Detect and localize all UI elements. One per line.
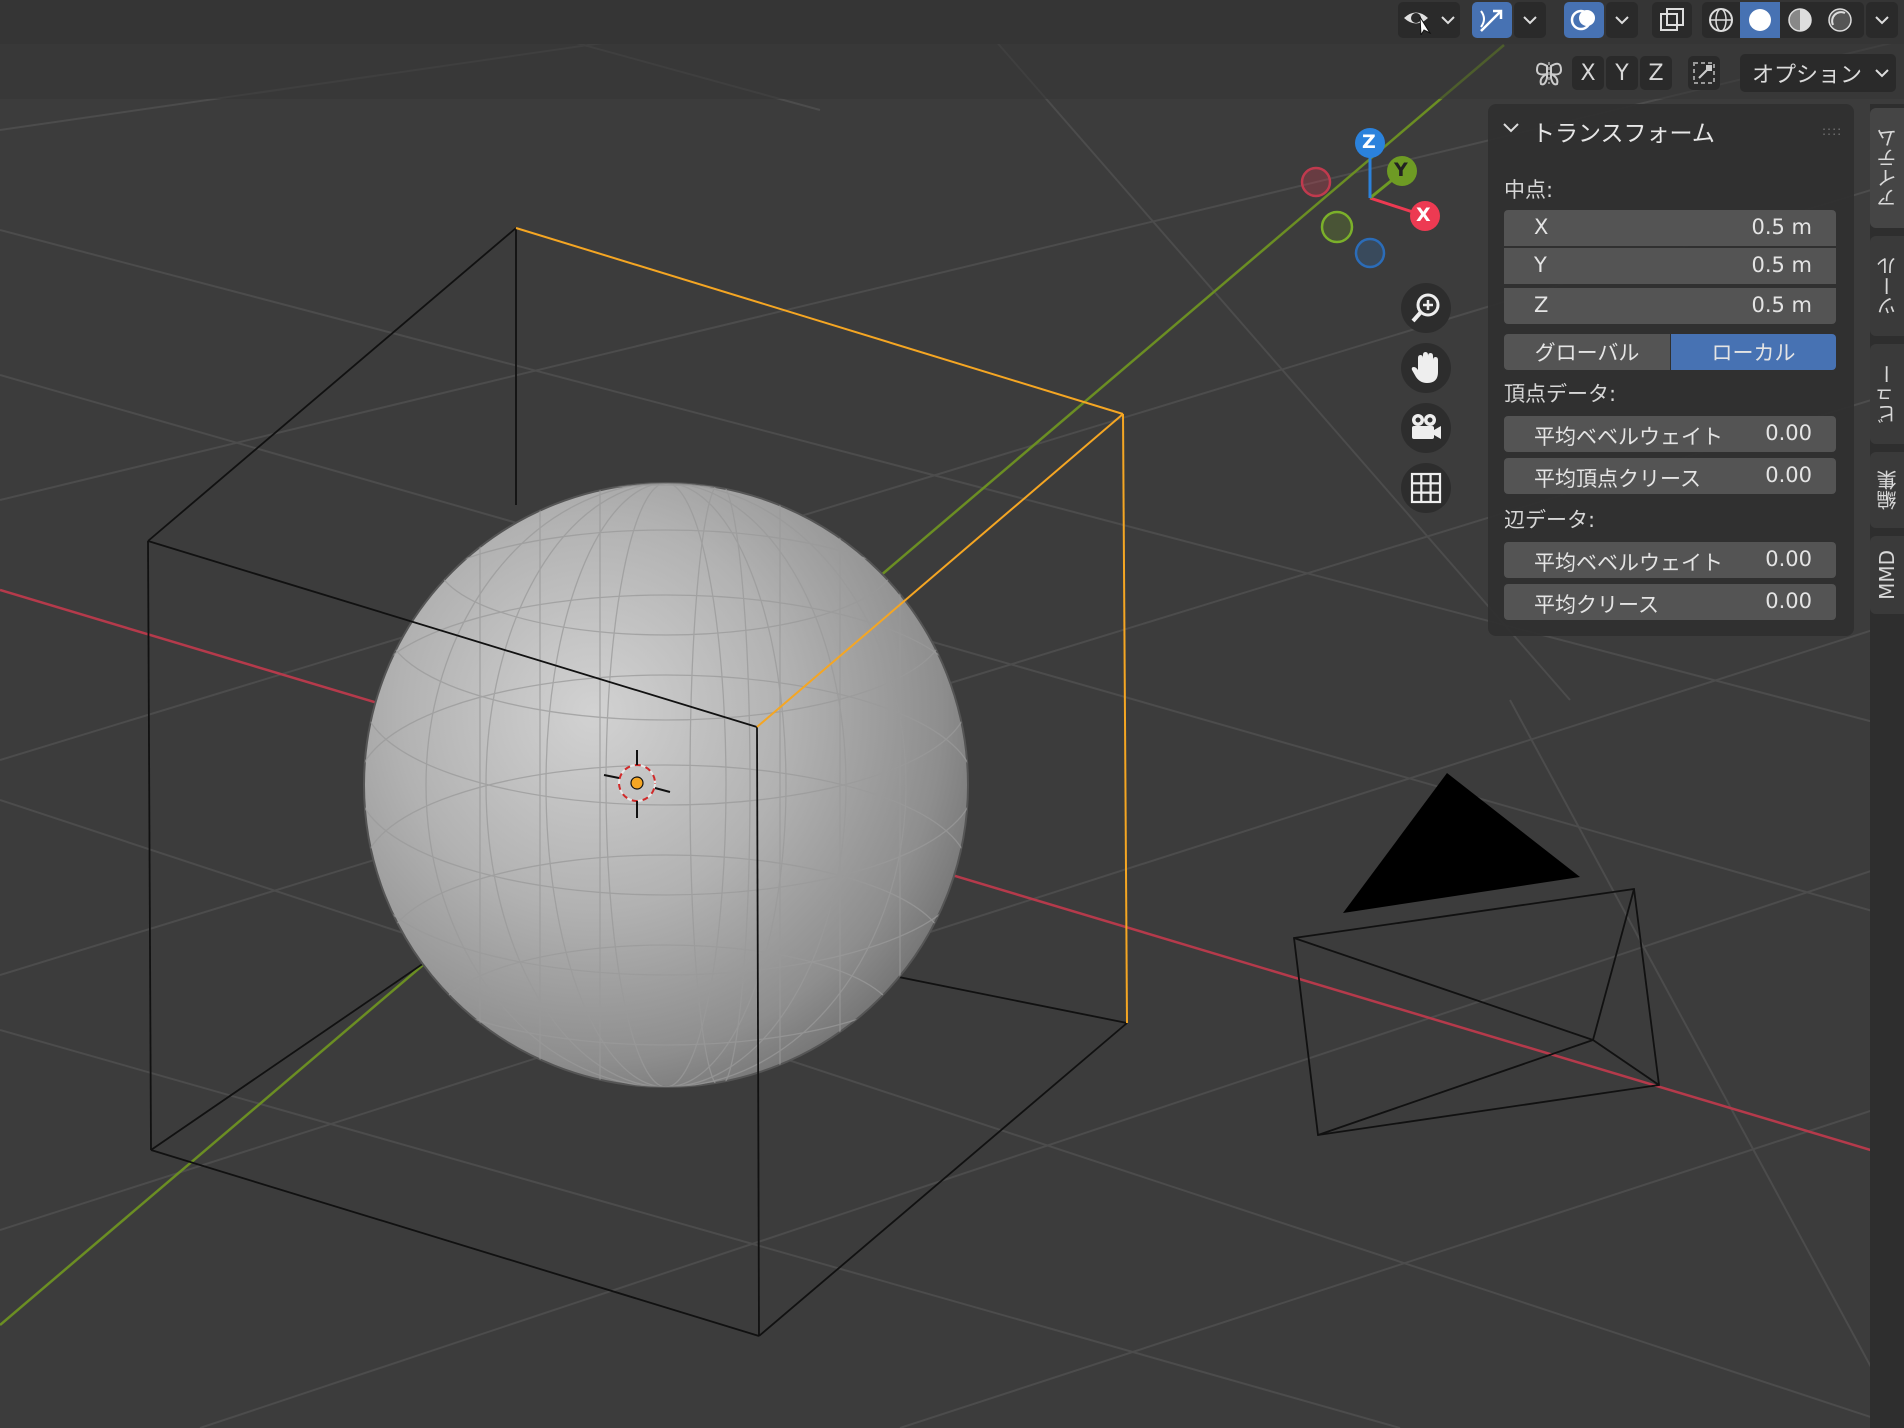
snap-toggle-button[interactable] bbox=[1688, 56, 1720, 90]
edge-bevel-weight-field[interactable]: 平均ベベルウェイト 0.00 bbox=[1504, 542, 1836, 578]
xray-squares-icon bbox=[1660, 8, 1684, 31]
shading-dropdown[interactable] bbox=[1866, 2, 1898, 38]
global-space-button[interactable]: グローバル bbox=[1504, 334, 1670, 370]
field-value: 0.00 bbox=[1765, 547, 1812, 571]
field-value: 0.5 m bbox=[1751, 253, 1812, 277]
tab-tool[interactable]: ツール bbox=[1870, 236, 1904, 336]
gizmo-dropdown[interactable] bbox=[1514, 2, 1546, 38]
overlay-circles-icon bbox=[1570, 9, 1595, 31]
median-x-field[interactable]: X 0.5 m bbox=[1504, 210, 1836, 246]
field-label: Y bbox=[1534, 253, 1547, 277]
butterfly-mirror-icon bbox=[1535, 62, 1563, 86]
field-label: 平均ベベルウェイト bbox=[1534, 551, 1723, 575]
pan-view-button[interactable] bbox=[1401, 343, 1451, 393]
vertex-bevel-weight-field[interactable]: 平均ベベルウェイト 0.00 bbox=[1504, 416, 1836, 452]
solid-shading-button[interactable] bbox=[1740, 2, 1780, 38]
chevron-down-icon bbox=[1615, 16, 1629, 25]
gizmo-toggle-button[interactable] bbox=[1472, 2, 1512, 38]
rendered-sphere-icon bbox=[1828, 8, 1852, 32]
wireframe-shading-button[interactable] bbox=[1702, 2, 1740, 38]
mirror-x-button[interactable]: X bbox=[1572, 56, 1604, 90]
transform-panel: トランスフォーム :::: 中点: X 0.5 m Y 0.5 m Z 0.5 … bbox=[1488, 104, 1854, 636]
field-value: 0.00 bbox=[1765, 421, 1812, 445]
field-value: 0.00 bbox=[1765, 463, 1812, 487]
uv-sphere[interactable] bbox=[358, 480, 974, 1095]
gizmo-x-label: X bbox=[1416, 204, 1431, 226]
vertex-data-label: 頂点データ: bbox=[1504, 382, 1617, 406]
options-dropdown[interactable]: オプション bbox=[1740, 54, 1896, 92]
median-y-field[interactable]: Y 0.5 m bbox=[1504, 248, 1836, 284]
edge-data-label: 辺データ: bbox=[1504, 508, 1596, 532]
tab-label: 編集 bbox=[1875, 470, 1900, 510]
chevron-down-icon[interactable] bbox=[1502, 122, 1520, 134]
gizmo-arrow-icon bbox=[1480, 9, 1503, 32]
xray-toggle-button[interactable] bbox=[1652, 2, 1692, 38]
camera-object[interactable] bbox=[1293, 773, 1661, 1137]
mirror-z-button[interactable]: Z bbox=[1640, 56, 1672, 90]
chevron-down-icon bbox=[1523, 16, 1537, 25]
tab-mmd[interactable]: MMD bbox=[1870, 536, 1904, 614]
wireframe-sphere-icon bbox=[1709, 8, 1733, 32]
tab-label: ツール bbox=[1875, 256, 1900, 316]
field-label: 平均クリース bbox=[1534, 593, 1659, 617]
rendered-shading-button[interactable] bbox=[1820, 2, 1860, 38]
chevron-down-icon bbox=[1875, 16, 1889, 25]
median-label: 中点: bbox=[1504, 178, 1554, 202]
grid-ortho-icon bbox=[1410, 472, 1442, 504]
field-value: 0.5 m bbox=[1751, 293, 1812, 317]
chevron-down-icon bbox=[1441, 16, 1455, 25]
field-label: 平均ベベルウェイト bbox=[1534, 425, 1723, 449]
mirror-y-button[interactable]: Y bbox=[1606, 56, 1638, 90]
drag-grip-icon[interactable]: :::: bbox=[1822, 124, 1842, 138]
field-label: X bbox=[1534, 215, 1549, 239]
camera-view-button[interactable] bbox=[1401, 403, 1451, 453]
edge-crease-field[interactable]: 平均クリース 0.00 bbox=[1504, 584, 1836, 620]
tab-item[interactable]: アイテム bbox=[1870, 108, 1904, 228]
panel-title[interactable]: トランスフォーム bbox=[1532, 114, 1715, 148]
visibility-dropdown[interactable] bbox=[1398, 2, 1460, 38]
hand-icon bbox=[1411, 352, 1438, 383]
shading-mode-group bbox=[1702, 2, 1864, 38]
tab-view[interactable]: ビュー bbox=[1870, 344, 1904, 444]
zoom-icon bbox=[1411, 293, 1440, 323]
material-preview-button[interactable] bbox=[1780, 2, 1820, 38]
tab-label: ビュー bbox=[1875, 364, 1900, 424]
material-sphere-icon bbox=[1788, 8, 1812, 32]
tab-label: MMD bbox=[1875, 550, 1899, 600]
field-value: 0.00 bbox=[1765, 589, 1812, 613]
zoom-view-button[interactable] bbox=[1401, 283, 1451, 333]
local-space-button[interactable]: ローカル bbox=[1671, 334, 1836, 370]
solid-sphere-icon bbox=[1749, 9, 1771, 31]
chevron-down-icon bbox=[1875, 69, 1889, 78]
mirror-toggle[interactable] bbox=[1532, 56, 1566, 90]
field-value: 0.5 m bbox=[1751, 215, 1812, 239]
tab-edit[interactable]: 編集 bbox=[1870, 452, 1904, 528]
eye-arrow-icon bbox=[1404, 12, 1432, 35]
snap-icon bbox=[1693, 62, 1715, 84]
camera-icon bbox=[1412, 414, 1441, 439]
median-z-field[interactable]: Z 0.5 m bbox=[1504, 288, 1836, 324]
overlay-toggle-button[interactable] bbox=[1564, 2, 1604, 38]
options-label: オプション bbox=[1752, 63, 1863, 88]
tab-label: アイテム bbox=[1875, 128, 1900, 208]
ortho-toggle-button[interactable] bbox=[1401, 463, 1451, 513]
field-label: 平均頂点クリース bbox=[1534, 467, 1701, 491]
gizmo-z-label: Z bbox=[1362, 131, 1376, 153]
field-label: Z bbox=[1534, 293, 1549, 317]
gizmo-y-label: Y bbox=[1394, 159, 1408, 181]
overlay-dropdown[interactable] bbox=[1606, 2, 1638, 38]
vertex-crease-field[interactable]: 平均頂点クリース 0.00 bbox=[1504, 458, 1836, 494]
